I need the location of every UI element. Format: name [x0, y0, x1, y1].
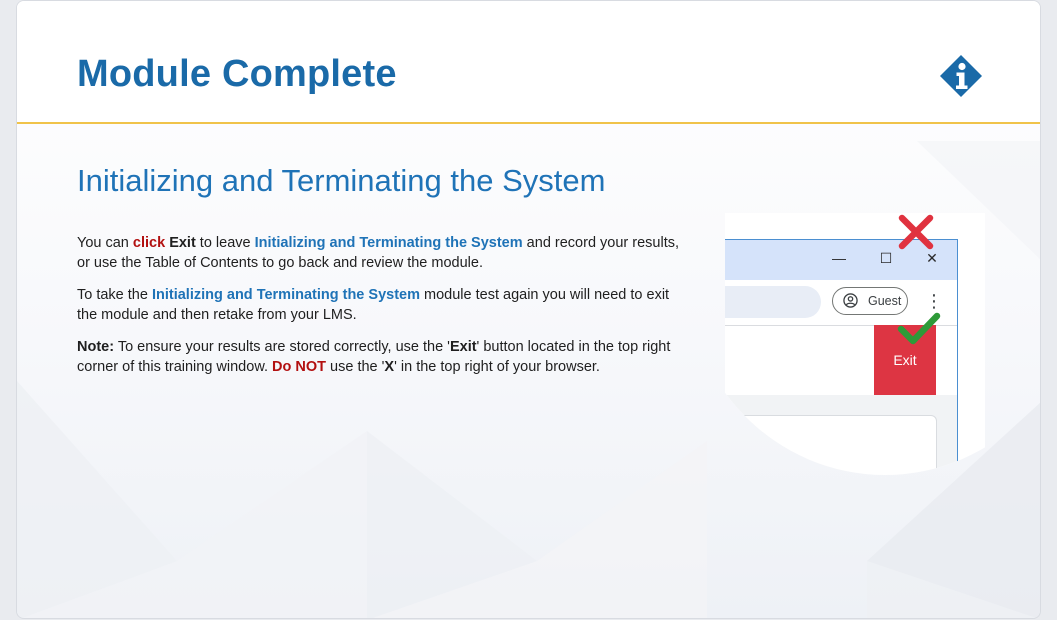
x-emphasis: X [384, 359, 395, 375]
text-span: You can [77, 235, 133, 251]
module-name: Initializing and Terminating the System [151, 287, 420, 303]
green-check-icon [897, 312, 941, 345]
page-content-mock [725, 395, 957, 475]
minimize-icon: — [832, 250, 846, 266]
module-name: Initializing and Terminating the System [254, 235, 523, 251]
kebab-menu-icon: ⋮ [925, 291, 943, 311]
text-span: To ensure your results are stored correc… [114, 339, 450, 355]
click-emphasis: click [132, 235, 166, 251]
section-subtitle: Initializing and Terminating the System [77, 163, 606, 198]
text-span: use the ' [326, 359, 385, 375]
browser-close-icon: ✕ [926, 250, 938, 266]
instructions-text: You can click Exit to leave Initializing… [77, 233, 692, 389]
illustration-circle: — ☐ ✕ Guest ⋮ Exit [725, 213, 985, 475]
text-span: ' in the top right of your browser. [394, 359, 600, 375]
paragraph-note: Note: To ensure your results are stored … [77, 337, 692, 377]
text-span: to leave [195, 235, 255, 251]
text-span: To take the [77, 287, 152, 303]
header-bar: Module Complete [17, 1, 1040, 124]
exit-emphasis: Exit [449, 339, 477, 355]
do-not-warning: Do NOT [272, 359, 327, 375]
paragraph-exit-info: You can click Exit to leave Initializing… [77, 233, 692, 273]
maximize-icon: ☐ [879, 250, 893, 266]
content-card-mock [725, 415, 937, 475]
red-cross-icon [898, 214, 934, 250]
info-icon[interactable] [939, 54, 983, 98]
module-complete-card: Module Complete Initializing and Termina… [16, 0, 1041, 619]
browser-window-mock: — ☐ ✕ Guest ⋮ Exit [725, 239, 958, 475]
address-bar [725, 286, 821, 318]
paragraph-retake-info: To take the Initializing and Terminating… [77, 285, 692, 325]
page-title: Module Complete [77, 53, 397, 95]
exit-emphasis: Exit [169, 235, 196, 251]
user-avatar-icon [843, 293, 858, 308]
note-label: Note: [77, 339, 115, 355]
browser-illustration: — ☐ ✕ Guest ⋮ Exit [725, 213, 985, 477]
